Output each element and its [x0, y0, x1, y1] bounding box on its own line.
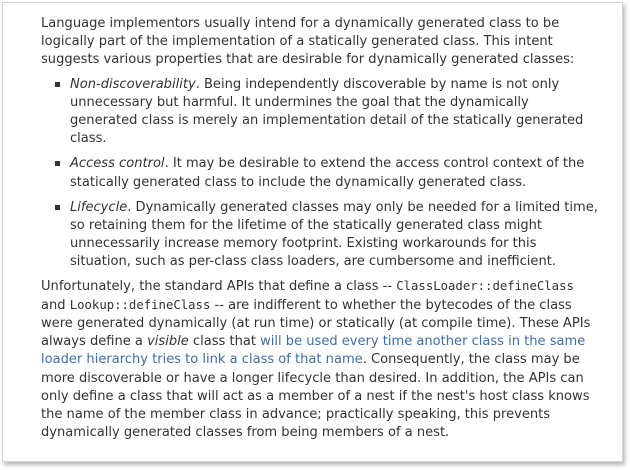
description-lifecycle: . Dynamically generated classes may only… [70, 199, 598, 270]
list-item-access-control: Access control. It may be desirable to e… [55, 155, 599, 191]
conclusion-text-2: and [41, 297, 70, 313]
conclusion-paragraph: Unfortunately, the standard APIs that de… [41, 277, 599, 443]
document-frame: Language implementors usually intend for… [2, 2, 623, 462]
square-bullet-icon [55, 204, 60, 210]
visible-emphasis: visible [147, 334, 189, 350]
square-bullet-icon [55, 81, 60, 87]
lookup-defineclass-code: Lookup::defineClass [69, 297, 211, 312]
conclusion-text-1: Unfortunately, the standard APIs that de… [41, 278, 397, 294]
property-list: Non-discoverability. Being independently… [41, 76, 599, 272]
list-item-non-discoverability: Non-discoverability. Being independently… [55, 76, 599, 149]
conclusion-text-4: class that [188, 334, 261, 350]
intro-paragraph: Language implementors usually intend for… [41, 16, 575, 68]
term-lifecycle: Lifecycle [70, 199, 128, 215]
term-access-control: Access control [70, 156, 165, 172]
square-bullet-icon [55, 161, 60, 167]
term-non-discoverability: Non-discoverability [70, 76, 196, 92]
classloader-defineclass-code: ClassLoader::defineClass [396, 278, 574, 293]
list-item-lifecycle: Lifecycle. Dynamically generated classes… [55, 199, 599, 272]
document-content: Language implementors usually intend for… [41, 15, 599, 442]
